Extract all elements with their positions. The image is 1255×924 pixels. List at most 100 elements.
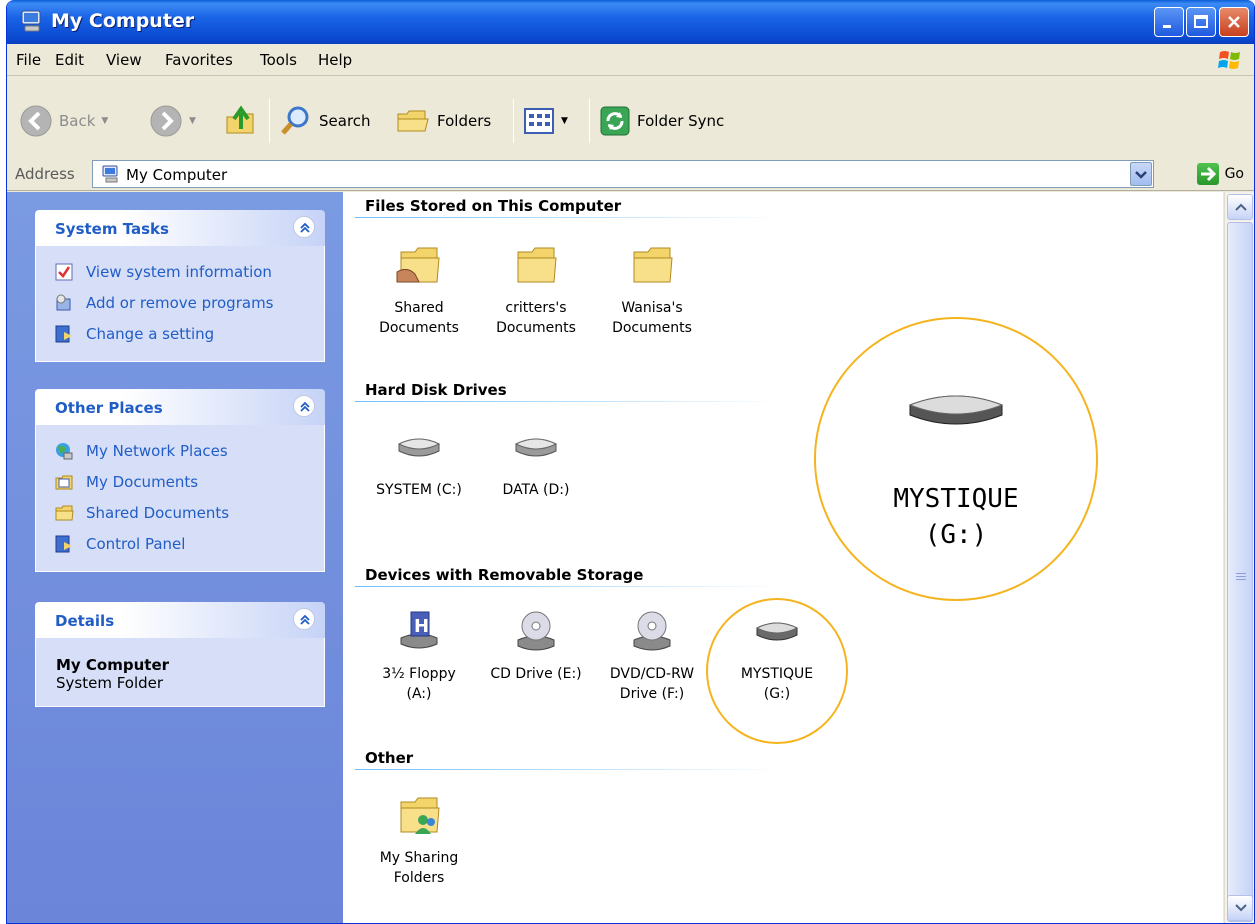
views-button[interactable]: ▼ xyxy=(523,103,568,139)
menu-view[interactable]: View xyxy=(106,51,142,69)
shared-folder-icon xyxy=(396,247,440,283)
collapse-button[interactable] xyxy=(293,216,315,238)
details-type: System Folder xyxy=(56,674,164,692)
group-header-files: Files Stored on This Computer xyxy=(365,197,622,215)
go-label: Go xyxy=(1224,166,1244,182)
scroll-thumb[interactable] xyxy=(1227,222,1253,922)
task-add-remove-programs[interactable]: Add or remove programs xyxy=(36,287,324,318)
scroll-up-button[interactable] xyxy=(1227,194,1253,220)
place-my-documents[interactable]: My Documents xyxy=(36,466,324,497)
item-label: My Sharing Folders xyxy=(379,850,459,886)
my-documents-icon xyxy=(55,475,73,489)
scroll-grip xyxy=(1236,573,1246,581)
toolbar-separator xyxy=(269,99,270,143)
collapse-button[interactable] xyxy=(293,395,315,417)
control-panel-icon xyxy=(55,535,72,552)
system-tasks-title: System Tasks xyxy=(55,220,169,238)
window-title: My Computer xyxy=(51,10,195,32)
system-info-icon xyxy=(55,263,73,280)
item-wanisas-documents[interactable]: Wanisa's Documents xyxy=(602,242,702,338)
item-critters-documents[interactable]: critters's Documents xyxy=(486,242,586,338)
folders-button[interactable]: Folders xyxy=(395,103,491,139)
item-cd-drive-e[interactable]: CD Drive (E:) xyxy=(486,608,586,684)
folder-icon xyxy=(517,247,557,283)
address-input[interactable]: My Computer xyxy=(92,160,1154,188)
details-header[interactable]: Details xyxy=(35,602,325,638)
system-tasks-panel: System Tasks View system information Add… xyxy=(35,210,325,362)
go-button[interactable]: Go xyxy=(1196,163,1244,185)
vertical-scrollbar[interactable] xyxy=(1224,192,1254,923)
hard-drive-icon xyxy=(514,438,558,457)
maximize-button[interactable] xyxy=(1186,7,1216,37)
details-body: My Computer System Folder xyxy=(35,638,325,707)
menu-help[interactable]: Help xyxy=(318,51,352,69)
item-my-sharing-folders[interactable]: My Sharing Folders xyxy=(369,792,469,888)
search-button[interactable]: Search xyxy=(279,103,371,139)
place-label: Shared Documents xyxy=(86,503,230,522)
system-tasks-header[interactable]: System Tasks xyxy=(35,210,325,246)
item-data-d[interactable]: DATA (D:) xyxy=(486,424,586,500)
views-dropdown-icon[interactable]: ▼ xyxy=(561,116,568,126)
removable-drive-icon xyxy=(908,395,1004,425)
address-bar: Address My Computer Go xyxy=(7,157,1254,191)
search-icon xyxy=(281,106,309,135)
back-arrow-icon xyxy=(20,105,52,137)
forward-button[interactable]: ▼ xyxy=(149,103,196,139)
menu-tools[interactable]: Tools xyxy=(260,51,297,69)
forward-arrow-icon xyxy=(150,105,182,137)
folders-icon xyxy=(397,110,429,132)
group-header-other: Other xyxy=(365,749,414,767)
back-dropdown-icon[interactable]: ▼ xyxy=(101,116,108,126)
chevron-up-icon xyxy=(1235,203,1247,211)
chevron-down-icon xyxy=(1135,171,1147,179)
place-my-network-places[interactable]: My Network Places xyxy=(36,435,324,466)
chevron-double-up-icon xyxy=(300,222,310,233)
hard-drive-icon xyxy=(397,438,441,457)
forward-dropdown-icon[interactable]: ▼ xyxy=(189,116,196,126)
up-folder-button[interactable] xyxy=(223,103,259,139)
item-floppy-a[interactable]: H 3½ Floppy (A:) xyxy=(369,608,469,704)
item-label: DATA (D:) xyxy=(502,482,570,498)
details-title: Details xyxy=(55,612,115,630)
item-shared-documents[interactable]: Shared Documents xyxy=(369,242,469,338)
add-remove-programs-icon xyxy=(56,294,71,310)
chevron-double-up-icon xyxy=(300,614,310,625)
place-label: My Network Places xyxy=(86,441,228,460)
folders-label: Folders xyxy=(437,112,492,130)
task-view-system-info[interactable]: View system information xyxy=(36,256,324,287)
address-dropdown-button[interactable] xyxy=(1130,162,1152,186)
title-bar[interactable]: My Computer xyxy=(7,0,1254,44)
details-name: My Computer xyxy=(56,656,170,674)
item-label: 3½ Floppy (A:) xyxy=(382,666,456,702)
svg-text:H: H xyxy=(414,616,429,637)
other-places-title: Other Places xyxy=(55,399,163,417)
toolbar-separator xyxy=(589,99,590,143)
place-shared-documents[interactable]: Shared Documents xyxy=(36,497,324,528)
views-icon xyxy=(524,108,554,134)
menu-edit[interactable]: Edit xyxy=(55,51,84,69)
folder-sync-button[interactable]: Folder Sync xyxy=(599,103,724,139)
item-label: CD Drive (E:) xyxy=(490,666,582,682)
menu-file[interactable]: File xyxy=(16,51,41,69)
back-button[interactable]: Back ▼ xyxy=(19,103,108,139)
task-label: View system information xyxy=(86,262,272,281)
menu-favorites[interactable]: Favorites xyxy=(165,51,233,69)
item-dvd-drive-f[interactable]: DVD/CD-RW Drive (F:) xyxy=(602,608,702,704)
minimize-button[interactable] xyxy=(1154,7,1184,37)
other-places-header[interactable]: Other Places xyxy=(35,389,325,425)
close-icon xyxy=(1228,16,1240,28)
task-pane: System Tasks View system information Add… xyxy=(7,192,343,923)
content-pane: Files Stored on This Computer Shared Docu… xyxy=(343,192,1223,923)
item-system-c[interactable]: SYSTEM (C:) xyxy=(369,424,469,500)
collapse-button[interactable] xyxy=(293,608,315,630)
place-control-panel[interactable]: Control Panel xyxy=(36,528,324,559)
place-label: Control Panel xyxy=(86,534,186,553)
task-change-setting[interactable]: Change a setting xyxy=(36,318,324,349)
close-button[interactable] xyxy=(1219,7,1249,37)
details-panel: Details My Computer System Folder xyxy=(35,602,325,707)
removable-drive-icon xyxy=(755,622,799,641)
item-mystique-g[interactable]: MYSTIQUE (G:) xyxy=(727,608,827,704)
task-label: Change a setting xyxy=(86,324,215,343)
address-label: Address xyxy=(15,165,75,183)
scroll-down-button[interactable] xyxy=(1227,895,1253,921)
